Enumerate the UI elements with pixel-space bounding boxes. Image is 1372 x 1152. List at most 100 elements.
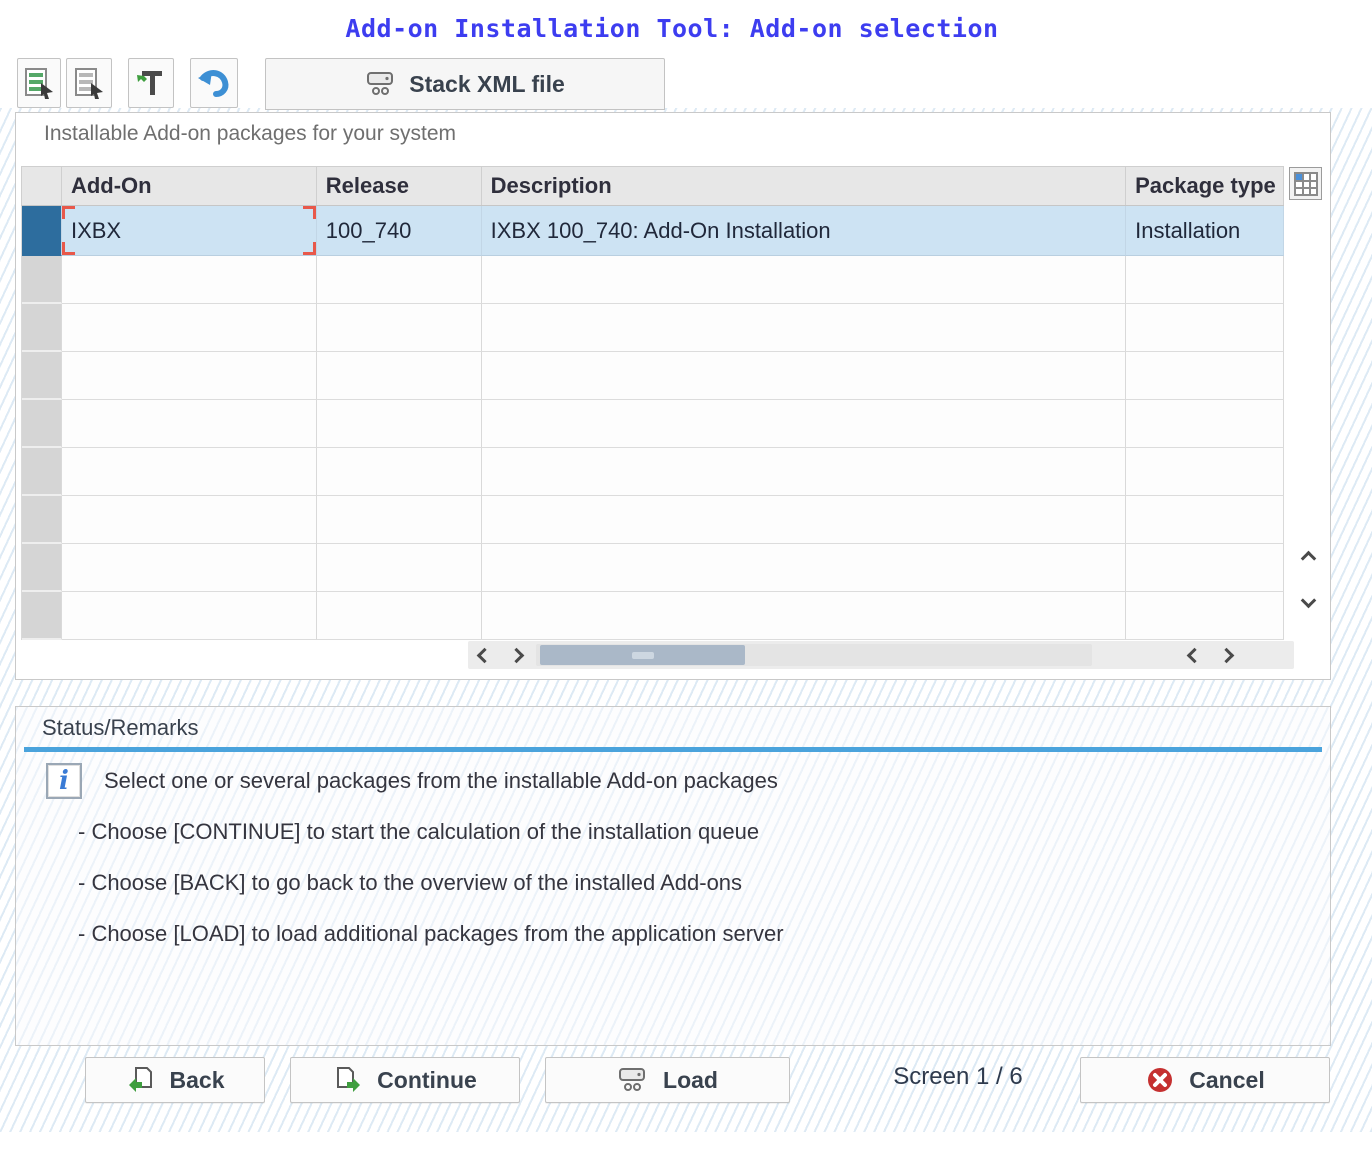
cell-add-on[interactable] bbox=[62, 496, 317, 544]
cell-add-on[interactable] bbox=[62, 352, 317, 400]
scrollbar-track[interactable] bbox=[536, 644, 1092, 666]
cancel-icon bbox=[1145, 1065, 1175, 1095]
cell-package-type[interactable]: Installation bbox=[1126, 206, 1284, 256]
scroll-right-button[interactable] bbox=[500, 642, 532, 668]
cell-description[interactable] bbox=[482, 352, 1126, 400]
row-selector-cell[interactable] bbox=[22, 256, 62, 304]
cell-description[interactable] bbox=[482, 496, 1126, 544]
chevron-right-icon bbox=[508, 647, 524, 663]
cancel-button[interactable]: Cancel bbox=[1080, 1057, 1330, 1103]
cell-package-type[interactable] bbox=[1126, 544, 1284, 592]
cell-release[interactable] bbox=[317, 256, 482, 304]
cell-release[interactable] bbox=[317, 448, 482, 496]
table-row-empty[interactable] bbox=[21, 448, 1284, 496]
status-bullet-continue: - Choose [CONTINUE] to start the calcula… bbox=[78, 819, 759, 845]
cell-package-type[interactable] bbox=[1126, 496, 1284, 544]
cell-package-type[interactable] bbox=[1126, 448, 1284, 496]
cell-description[interactable] bbox=[482, 400, 1126, 448]
table-row-empty[interactable] bbox=[21, 256, 1284, 304]
table-row-selected[interactable]: IXBX 100_740 IXBX 100_740: Add-On Instal… bbox=[21, 206, 1284, 256]
cell-release[interactable] bbox=[317, 352, 482, 400]
select-all-button[interactable] bbox=[17, 58, 61, 108]
table-row-empty[interactable] bbox=[21, 592, 1284, 640]
info-icon-glyph: i bbox=[59, 768, 69, 794]
hard-drive-icon bbox=[617, 1065, 649, 1095]
status-panel-divider bbox=[24, 747, 1322, 752]
cell-add-on[interactable] bbox=[62, 592, 317, 640]
sap-addon-installation-window: Add-on Installation Tool: Add-on selecti… bbox=[0, 0, 1372, 1152]
table-settings-button[interactable] bbox=[1289, 167, 1322, 200]
cell-description[interactable] bbox=[482, 592, 1126, 640]
table-row-empty[interactable] bbox=[21, 352, 1284, 400]
undo-button[interactable] bbox=[190, 58, 238, 108]
stack-xml-file-button[interactable]: Stack XML file bbox=[265, 58, 665, 110]
table-row-empty[interactable] bbox=[21, 400, 1284, 448]
cancel-button-label: Cancel bbox=[1189, 1067, 1264, 1094]
cell-package-type[interactable] bbox=[1126, 400, 1284, 448]
row-selector-cell[interactable] bbox=[22, 304, 62, 352]
continue-arrow-icon bbox=[333, 1065, 363, 1095]
table-row-empty[interactable] bbox=[21, 304, 1284, 352]
cell-add-on[interactable] bbox=[62, 256, 317, 304]
column-header-release[interactable]: Release bbox=[317, 167, 482, 205]
row-selector-cell[interactable] bbox=[22, 448, 62, 496]
cell-package-type[interactable] bbox=[1126, 304, 1284, 352]
cell-add-on[interactable] bbox=[62, 400, 317, 448]
cell-add-on[interactable] bbox=[62, 544, 317, 592]
select-all-icon bbox=[22, 66, 56, 100]
cell-description[interactable] bbox=[482, 304, 1126, 352]
scroll-up-button[interactable] bbox=[1292, 545, 1324, 571]
continue-button[interactable]: Continue bbox=[290, 1057, 520, 1103]
table-row-empty[interactable] bbox=[21, 544, 1284, 592]
scroll-right-button-right-pane[interactable] bbox=[1210, 642, 1242, 668]
cell-release[interactable] bbox=[317, 496, 482, 544]
cell-package-type[interactable] bbox=[1126, 352, 1284, 400]
cell-release[interactable] bbox=[317, 304, 482, 352]
screen-indicator: Screen 1 / 6 bbox=[858, 1063, 1058, 1091]
cell-release[interactable] bbox=[317, 592, 482, 640]
column-header-description[interactable]: Description bbox=[482, 167, 1126, 205]
row-selector-cell[interactable] bbox=[22, 592, 62, 640]
cell-add-on[interactable] bbox=[62, 304, 317, 352]
scroll-left-button-right-pane[interactable] bbox=[1178, 642, 1210, 668]
cell-description[interactable] bbox=[482, 544, 1126, 592]
filter-button[interactable] bbox=[128, 58, 174, 108]
horizontal-scrollbar bbox=[468, 641, 1294, 669]
scroll-left-button[interactable] bbox=[468, 642, 500, 668]
column-header-package-type[interactable]: Package type bbox=[1126, 167, 1284, 205]
cell-package-type[interactable] bbox=[1126, 256, 1284, 304]
column-header-add-on[interactable]: Add-On bbox=[62, 167, 317, 205]
focus-bracket bbox=[303, 206, 316, 219]
row-selector-cell[interactable] bbox=[22, 352, 62, 400]
back-button[interactable]: Back bbox=[85, 1057, 265, 1103]
cell-add-on[interactable] bbox=[62, 448, 317, 496]
chevron-up-icon bbox=[1300, 550, 1316, 566]
focus-bracket bbox=[62, 206, 75, 219]
chevron-left-icon bbox=[1186, 647, 1202, 663]
load-button-label: Load bbox=[663, 1067, 718, 1094]
deselect-all-button[interactable] bbox=[66, 58, 112, 108]
cell-release[interactable] bbox=[317, 400, 482, 448]
cell-add-on[interactable]: IXBX bbox=[62, 206, 317, 256]
scroll-down-button[interactable] bbox=[1292, 587, 1324, 613]
grid-settings-icon bbox=[1294, 172, 1318, 196]
cell-description[interactable]: IXBX 100_740: Add-On Installation bbox=[482, 206, 1126, 256]
window-title: Add-on Installation Tool: Add-on selecti… bbox=[0, 14, 1344, 43]
cell-release[interactable]: 100_740 bbox=[317, 206, 482, 256]
load-button[interactable]: Load bbox=[545, 1057, 790, 1103]
row-selector-cell[interactable] bbox=[22, 400, 62, 448]
row-selector-cell[interactable] bbox=[22, 544, 62, 592]
cell-description[interactable] bbox=[482, 256, 1126, 304]
installable-packages-panel: Installable Add-on packages for your sys… bbox=[15, 112, 1331, 680]
cell-description[interactable] bbox=[482, 448, 1126, 496]
table-row-empty[interactable] bbox=[21, 496, 1284, 544]
cell-package-type[interactable] bbox=[1126, 592, 1284, 640]
focus-bracket bbox=[62, 242, 75, 255]
undo-icon bbox=[196, 66, 232, 100]
row-selector-cell[interactable] bbox=[22, 496, 62, 544]
row-selector-cell[interactable] bbox=[22, 206, 62, 256]
chevron-left-icon bbox=[476, 647, 492, 663]
scrollbar-thumb[interactable] bbox=[540, 645, 745, 665]
cell-release[interactable] bbox=[317, 544, 482, 592]
row-selector-header-cell[interactable] bbox=[22, 167, 62, 205]
